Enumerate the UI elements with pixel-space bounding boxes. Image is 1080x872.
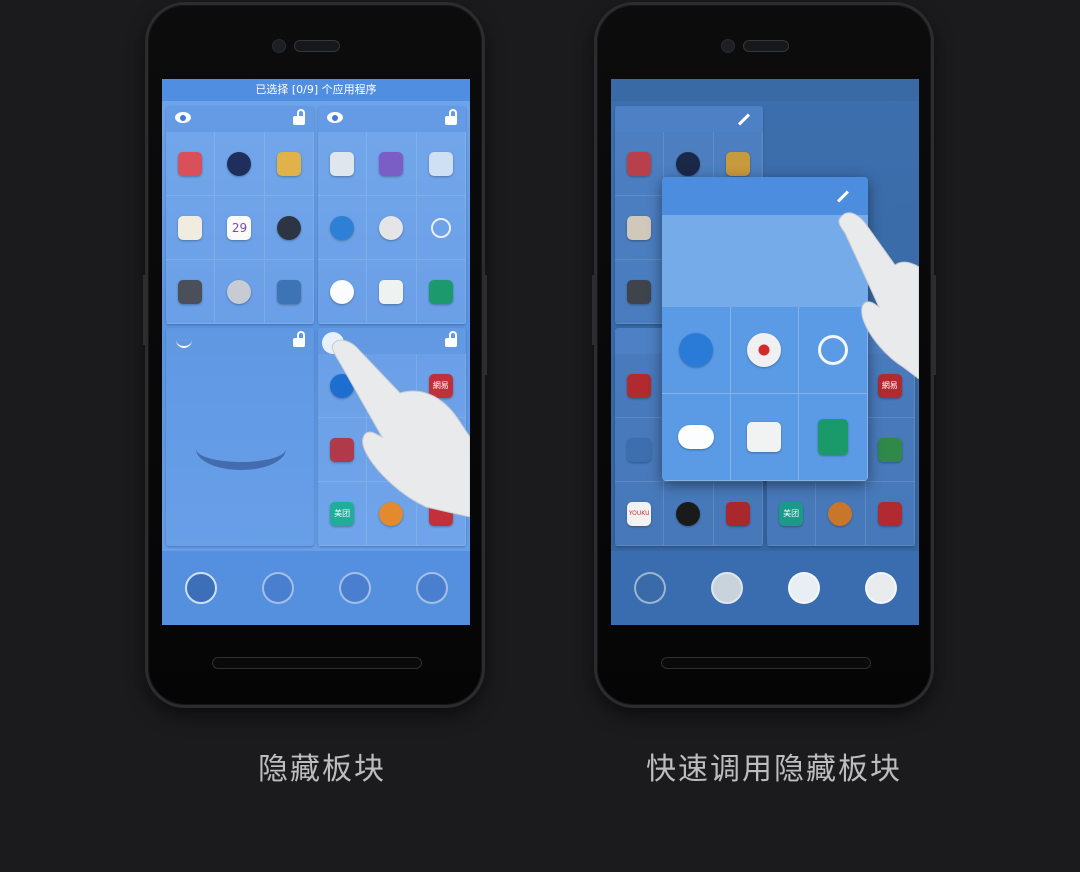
hand-gesture-icon xyxy=(331,339,470,517)
notes-icon[interactable] xyxy=(627,215,652,240)
photos-icon[interactable] xyxy=(276,151,301,176)
music-icon[interactable] xyxy=(627,279,652,304)
message-icon[interactable] xyxy=(864,572,897,604)
dots-icon[interactable] xyxy=(338,572,371,604)
panel-bottom-left-hidden[interactable] xyxy=(166,328,314,546)
volume-button xyxy=(592,275,595,345)
selection-status: 已选择 [0/9] 个应用程序 xyxy=(162,79,470,101)
unlock-icon[interactable] xyxy=(293,109,305,125)
home-icon[interactable] xyxy=(877,437,902,462)
brightness-icon[interactable] xyxy=(428,151,453,176)
book-icon[interactable] xyxy=(428,279,453,304)
status-bar xyxy=(611,79,919,101)
power-button xyxy=(484,275,487,375)
home-bar[interactable] xyxy=(661,657,871,669)
book-icon[interactable] xyxy=(818,419,849,455)
calculator-icon[interactable] xyxy=(330,151,355,176)
front-camera xyxy=(721,39,735,53)
kuwo-icon[interactable] xyxy=(828,501,853,526)
map-icon[interactable] xyxy=(627,437,652,462)
edit-pencil-icon[interactable] xyxy=(836,190,850,203)
confirm-check-icon[interactable] xyxy=(415,572,448,604)
cloud-icon[interactable] xyxy=(330,279,355,304)
cd-icon[interactable] xyxy=(379,215,404,240)
hand-gesture-icon xyxy=(838,212,919,379)
photos-icon[interactable] xyxy=(725,151,750,176)
music-icon[interactable] xyxy=(178,279,203,304)
edit-pencil-icon[interactable] xyxy=(737,113,751,126)
umbrella-icon[interactable] xyxy=(330,215,355,240)
youku-icon[interactable]: YOUKU xyxy=(627,501,652,526)
unlock-icon[interactable] xyxy=(293,331,305,347)
volume-button xyxy=(143,275,146,345)
clock-icon[interactable] xyxy=(276,215,301,240)
eye-icon[interactable] xyxy=(327,112,343,123)
book-red-icon[interactable] xyxy=(725,501,750,526)
search-icon[interactable] xyxy=(430,217,451,238)
umbrella-icon[interactable] xyxy=(678,333,713,367)
notes-icon[interactable] xyxy=(178,215,203,240)
cd-icon[interactable] xyxy=(747,333,782,367)
sort-icon[interactable] xyxy=(261,572,294,604)
launcher-screen-dimmed: YOUKU 網易 美团 xyxy=(611,79,919,625)
eye-icon[interactable] xyxy=(175,112,191,123)
game-icon[interactable] xyxy=(379,151,404,176)
qq-icon[interactable] xyxy=(676,501,701,526)
dock-bar xyxy=(611,551,919,625)
meituan-icon[interactable]: 美团 xyxy=(779,501,804,526)
earpiece-speaker xyxy=(743,40,789,52)
caption-right: 快速调用隐藏板块 xyxy=(646,752,902,787)
steering-icon[interactable] xyxy=(227,279,252,304)
gallery-icon[interactable] xyxy=(276,279,301,304)
browser-icon[interactable] xyxy=(787,572,820,604)
launcher-screen: 已选择 [0/9] 个应用程序 29 網易 美团 xyxy=(162,79,470,625)
download-icon[interactable] xyxy=(747,422,782,452)
camera-icon[interactable] xyxy=(676,151,701,176)
phone-left: 已选择 [0/9] 个应用程序 29 網易 美团 xyxy=(143,2,487,708)
calendar-icon[interactable]: 29 xyxy=(227,215,252,240)
settings-gear-icon[interactable] xyxy=(184,572,217,604)
download-icon[interactable] xyxy=(379,279,404,304)
unlock-icon[interactable] xyxy=(445,109,457,125)
panel-top-right[interactable] xyxy=(318,106,466,324)
caption-left: 隐藏板块 xyxy=(258,752,386,787)
front-camera xyxy=(272,39,286,53)
hidden-eye-icon[interactable] xyxy=(176,340,192,348)
power-button xyxy=(933,275,936,375)
cloud-icon[interactable] xyxy=(677,425,714,449)
phone-icon[interactable] xyxy=(710,572,743,604)
hidden-panel-watermark-icon xyxy=(196,428,286,470)
ticket-icon[interactable] xyxy=(877,501,902,526)
camera-icon[interactable] xyxy=(227,151,252,176)
settings-gear-icon[interactable] xyxy=(633,572,666,604)
home-bar[interactable] xyxy=(212,657,422,669)
app-icon[interactable] xyxy=(627,373,652,398)
phone-right: YOUKU 網易 美团 xyxy=(592,2,936,708)
toolbox-icon[interactable] xyxy=(178,151,203,176)
panel-top-left[interactable]: 29 xyxy=(166,106,314,324)
earpiece-speaker xyxy=(294,40,340,52)
dock-bar xyxy=(162,551,470,625)
toolbox-icon[interactable] xyxy=(627,151,652,176)
